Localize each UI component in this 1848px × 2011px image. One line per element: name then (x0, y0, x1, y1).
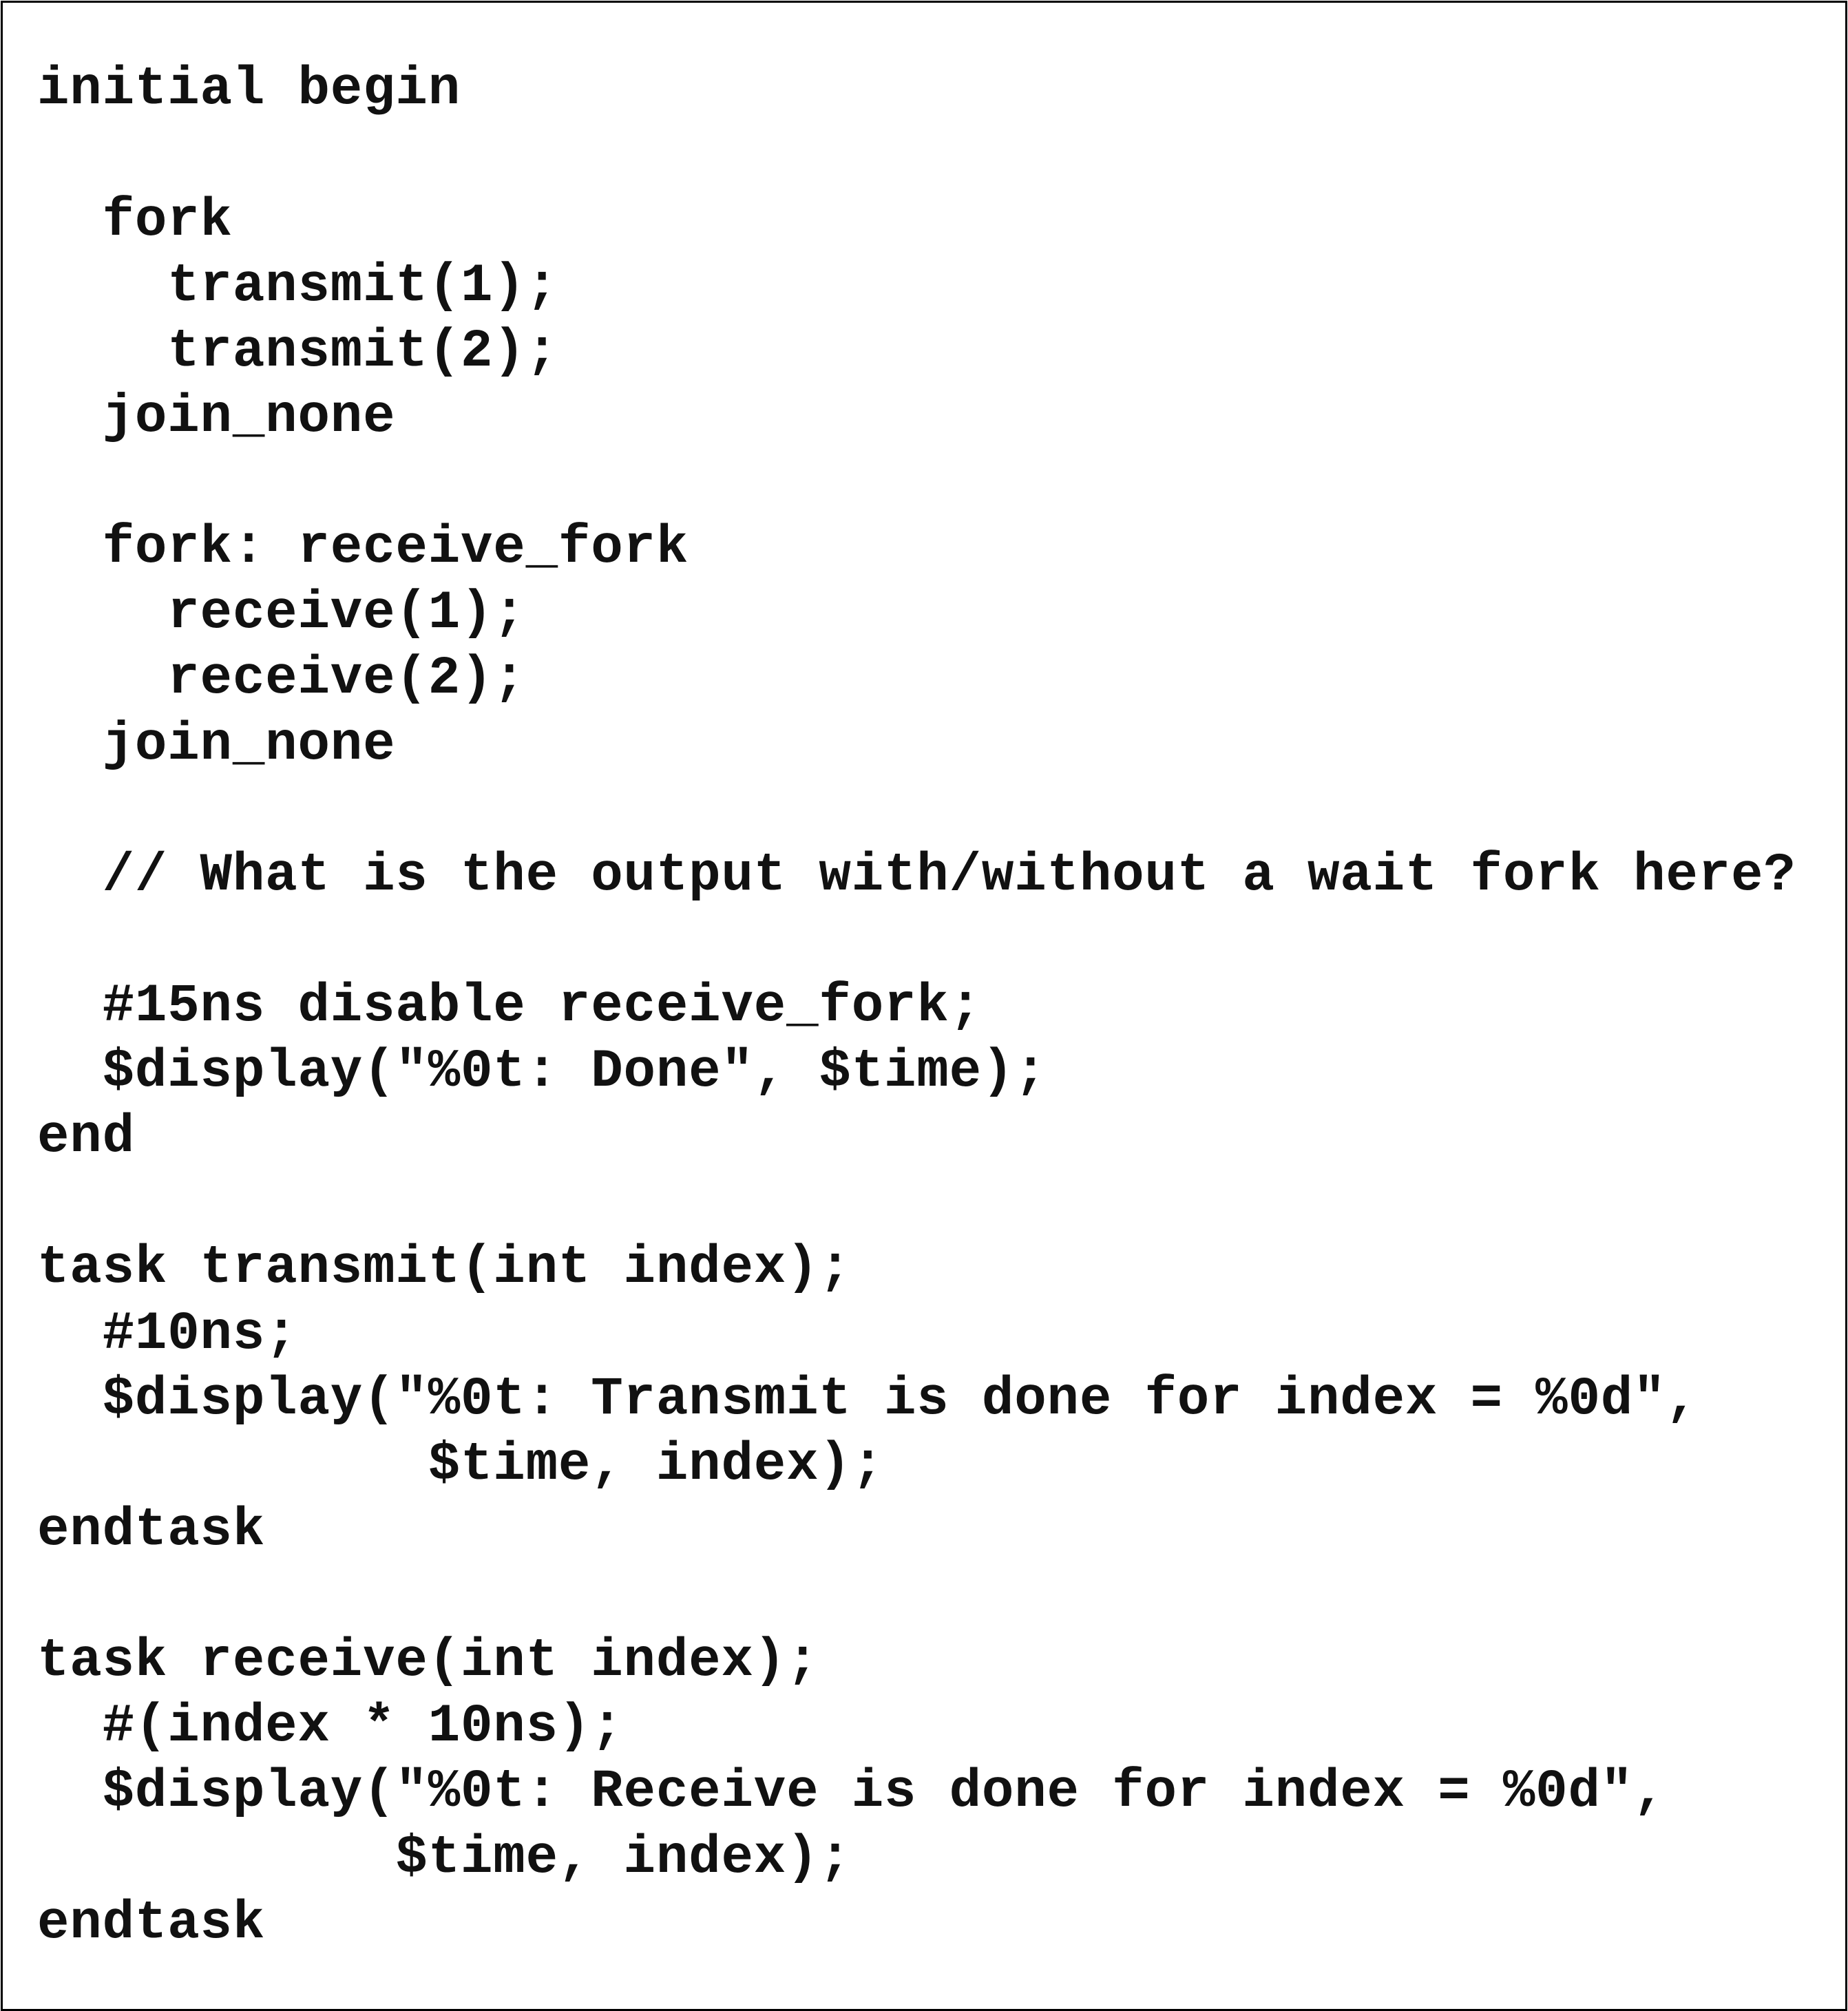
code-line-8: fork: receive_fork (37, 518, 689, 578)
code-line-1: initial begin (37, 59, 461, 120)
code-line-20: #10ns; (37, 1304, 298, 1365)
code-line-25: task receive(int index); (37, 1631, 819, 1692)
code-line-27: $display("%0t: Receive is done for index… (37, 1762, 1666, 1822)
code-line-11: join_none (37, 715, 396, 775)
code-line-26: #(index * 10ns); (37, 1696, 624, 1757)
code-line-29: endtask (37, 1893, 266, 1954)
code-line-19: task transmit(int index); (37, 1238, 852, 1298)
code-line-23: endtask (37, 1500, 266, 1561)
code-listing-frame: initial begin fork transmit(1); transmit… (1, 1, 1847, 2011)
code-line-9: receive(1); (37, 583, 526, 644)
code-line-4: transmit(1); (37, 256, 558, 317)
code-line-28: $time, index); (37, 1828, 852, 1888)
code-line-6: join_none (37, 387, 396, 448)
code-line-17: end (37, 1107, 135, 1168)
code-line-10: receive(2); (37, 649, 526, 709)
code-line-5: transmit(2); (37, 322, 558, 382)
code-line-13: // What is the output with/without a wai… (37, 845, 1796, 906)
code-line-3: fork (37, 191, 233, 251)
code-line-21: $display("%0t: Transmit is done for inde… (37, 1369, 1699, 1430)
code-line-15: #15ns disable receive_fork; (37, 976, 982, 1037)
code-line-22: $time, index); (37, 1435, 884, 1495)
code-line-16: $display("%0t: Done", $time); (37, 1042, 1047, 1102)
